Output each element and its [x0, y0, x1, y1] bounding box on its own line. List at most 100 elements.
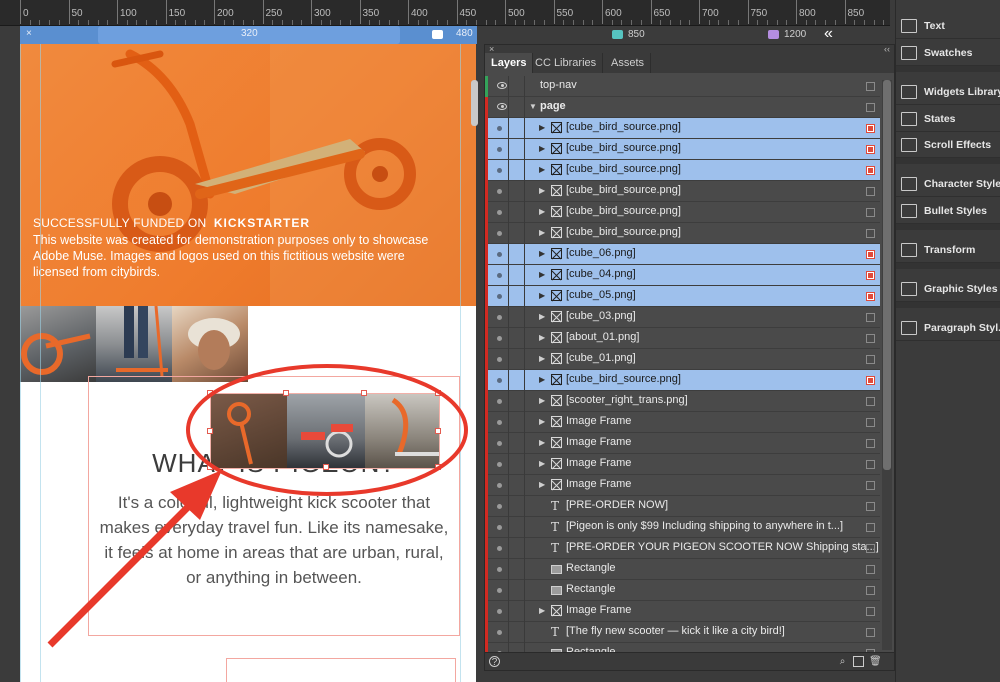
dock-item-transform[interactable]: Transform [896, 237, 1000, 263]
lock-toggle[interactable] [509, 328, 525, 349]
selection-indicator[interactable] [866, 82, 875, 91]
selection-indicator[interactable] [866, 208, 875, 217]
lock-toggle[interactable] [509, 265, 525, 286]
layer-row[interactable]: top-nav [485, 76, 880, 97]
tab-assets[interactable]: Assets [605, 53, 652, 73]
expand-arrow-icon[interactable]: ▶ [539, 417, 545, 426]
selection-indicator[interactable] [866, 292, 875, 301]
strip-photo-1[interactable] [211, 394, 287, 468]
selection-indicator[interactable] [866, 565, 875, 574]
panel-titlebar[interactable]: × ‹‹ [485, 44, 894, 54]
resize-handle[interactable] [207, 390, 213, 396]
layer-item-row[interactable]: ▶ [cube_bird_source.png] [485, 118, 880, 139]
layer-item-row[interactable]: ▶ [about_01.png] [485, 328, 880, 349]
lock-toggle[interactable] [509, 370, 525, 391]
layer-item-row[interactable]: ▶ [scooter_right_trans.png] [485, 391, 880, 412]
selection-indicator[interactable] [866, 523, 875, 532]
visibility-toggle[interactable] [489, 433, 509, 454]
resize-handle[interactable] [435, 428, 441, 434]
visibility-toggle[interactable] [489, 601, 509, 622]
lock-toggle[interactable] [509, 76, 525, 97]
lock-toggle[interactable] [509, 181, 525, 202]
expand-arrow-icon[interactable]: ▶ [539, 438, 545, 447]
tab-layers[interactable]: Layers [485, 53, 534, 73]
layer-item-row[interactable]: ▶ [cube_05.png] [485, 286, 880, 307]
lock-toggle[interactable] [509, 118, 525, 139]
selection-indicator[interactable] [866, 376, 875, 385]
layers-panel[interactable]: × ‹‹ Layers CC Libraries Assets top-nav ▼… [484, 44, 895, 671]
expand-arrow-icon[interactable]: ▶ [539, 144, 545, 153]
selection-indicator[interactable] [866, 145, 875, 154]
dock-item-swatches[interactable]: Swatches [896, 40, 1000, 66]
layer-item-row[interactable]: ▶ [cube_bird_source.png] [485, 223, 880, 244]
lock-toggle[interactable] [509, 307, 525, 328]
expand-arrow-icon[interactable]: ▶ [539, 123, 545, 132]
design-canvas[interactable]: SUCCESSFULLY FUNDED ON KICKSTARTER This … [20, 44, 476, 682]
selection-indicator[interactable] [866, 544, 875, 553]
lock-toggle[interactable] [509, 286, 525, 307]
resize-handle[interactable] [207, 428, 213, 434]
hero-text-block[interactable]: SUCCESSFULLY FUNDED ON KICKSTARTER This … [33, 216, 433, 280]
visibility-toggle[interactable] [489, 580, 509, 601]
selection-indicator[interactable] [866, 187, 875, 196]
lock-toggle[interactable] [509, 244, 525, 265]
visibility-toggle[interactable] [489, 76, 509, 97]
visibility-toggle[interactable] [489, 181, 509, 202]
panel-scrollbar[interactable] [882, 80, 892, 650]
visibility-toggle[interactable] [489, 139, 509, 160]
lock-toggle[interactable] [509, 391, 525, 412]
layer-item-row[interactable]: ▶ [cube_06.png] [485, 244, 880, 265]
horizontal-ruler[interactable]: 0 50 100 150 200 250 300 350 400 450 500 550 600 650 7… [0, 0, 890, 26]
visibility-toggle[interactable] [489, 412, 509, 433]
lock-toggle[interactable] [509, 349, 525, 370]
lock-toggle[interactable] [509, 412, 525, 433]
layer-item-row[interactable]: ▶ [cube_bird_source.png] [485, 370, 880, 391]
expand-arrow-icon[interactable]: ▶ [539, 375, 545, 384]
expand-arrow-icon[interactable]: ▶ [539, 207, 545, 216]
visibility-toggle[interactable] [489, 244, 509, 265]
layer-item-row[interactable]: ▶ Image Frame [485, 433, 880, 454]
breakpoint-bar[interactable]: × 320 480 850 1200 « [20, 25, 890, 44]
dock-item-bullet-styles[interactable]: Bullet Styles [896, 198, 1000, 224]
expand-arrow-icon[interactable]: ▶ [539, 228, 545, 237]
visibility-toggle[interactable] [489, 538, 509, 559]
expand-arrow-icon[interactable]: ▶ [539, 480, 545, 489]
dock-item-text[interactable]: Text [896, 13, 1000, 39]
expand-arrow-icon[interactable]: ▶ [539, 249, 545, 258]
selection-indicator[interactable] [866, 607, 875, 616]
layer-item-row[interactable]: ▶ [cube_bird_source.png] [485, 139, 880, 160]
layer-item-row[interactable]: ▶ [cube_04.png] [485, 265, 880, 286]
help-icon[interactable]: ? [489, 656, 500, 668]
visibility-toggle[interactable] [489, 160, 509, 181]
layer-item-row[interactable]: ▶ [cube_03.png] [485, 307, 880, 328]
selection-indicator[interactable] [866, 586, 875, 595]
expand-arrow-icon[interactable]: ▶ [539, 186, 545, 195]
expand-arrow-icon[interactable]: ▶ [539, 333, 545, 342]
lock-toggle[interactable] [509, 97, 525, 118]
layer-item-row[interactable]: ▶ Image Frame [485, 412, 880, 433]
expand-arrow-icon[interactable]: ▶ [539, 606, 545, 615]
collapse-arrow-icon[interactable]: ▼ [529, 102, 537, 111]
resize-handle[interactable] [283, 390, 289, 396]
lock-toggle[interactable] [509, 454, 525, 475]
breakpoint-850-marker[interactable] [612, 30, 623, 39]
selection-indicator[interactable] [866, 460, 875, 469]
selection-indicator[interactable] [866, 502, 875, 511]
resize-handle[interactable] [435, 464, 441, 470]
selection-indicator[interactable] [866, 355, 875, 364]
selection-indicator[interactable] [866, 124, 875, 133]
visibility-toggle[interactable] [489, 202, 509, 223]
layer-item-row[interactable]: T [Pigeon is only $99 Including shipping … [485, 517, 880, 538]
lock-toggle[interactable] [509, 202, 525, 223]
breakpoint-1200-marker[interactable] [768, 30, 779, 39]
layer-item-row[interactable]: ▶ [cube_01.png] [485, 349, 880, 370]
visibility-toggle[interactable] [489, 370, 509, 391]
hero-section[interactable]: SUCCESSFULLY FUNDED ON KICKSTARTER This … [20, 44, 476, 306]
lock-toggle[interactable] [509, 517, 525, 538]
selection-indicator[interactable] [866, 229, 875, 238]
layer-item-row[interactable]: ▶ Image Frame [485, 601, 880, 622]
selection-indicator[interactable] [866, 166, 875, 175]
visibility-toggle[interactable] [489, 622, 509, 643]
dock-item-widgets[interactable]: Widgets Library [896, 79, 1000, 105]
lock-toggle[interactable] [509, 601, 525, 622]
